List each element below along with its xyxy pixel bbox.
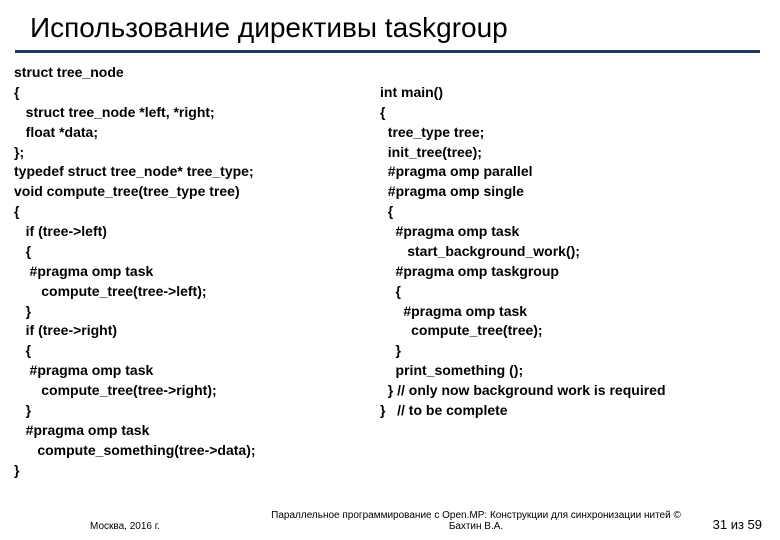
footer-page-number: 31 из 59 [692, 517, 780, 532]
title-area: Использование директивы taskgroup [0, 0, 780, 53]
footer: Москва, 2016 г. Параллельное программиро… [0, 510, 780, 532]
code-right-column: int main() { tree_type tree; init_tree(t… [374, 63, 740, 480]
slide: Использование директивы taskgroup struct… [0, 0, 780, 540]
content-area: struct tree_node { struct tree_node *lef… [0, 53, 780, 480]
footer-center: Параллельное программирование с Open.MP:… [260, 510, 692, 532]
code-left-column: struct tree_node { struct tree_node *lef… [14, 63, 374, 480]
page-title: Использование директивы taskgroup [30, 12, 780, 44]
footer-date: Москва, 2016 г. [0, 521, 260, 532]
